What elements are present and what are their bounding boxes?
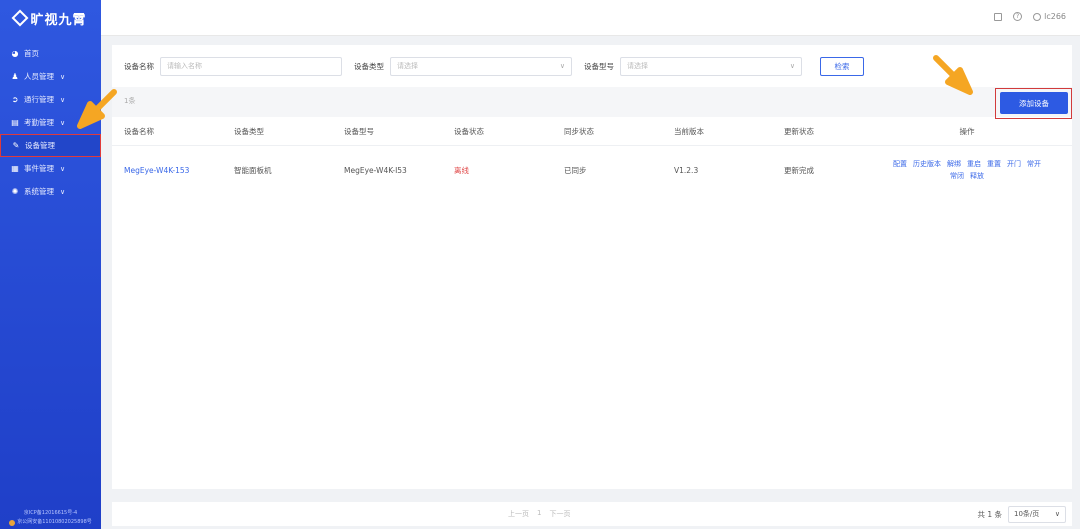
gear-icon: ✺ (11, 187, 19, 196)
tool-icon: ✎ (12, 141, 20, 150)
device-model-select[interactable]: 请选择 ∨ (620, 56, 802, 76)
chevron-down-icon: ∨ (789, 62, 795, 70)
page-number[interactable]: 1 (537, 509, 541, 519)
page-nav: 上一页 1 下一页 (508, 509, 570, 519)
topbar: ? lc266 (101, 0, 1080, 36)
filter-bar: 设备名称 请输入名称 设备类型 请选择 ∨ 设备型号 请选择 ∨ 检索 (112, 45, 1072, 87)
device-model-cell: MegEye-W4K-I53 (344, 165, 407, 175)
table-row: MegEye-W4K-153 智能面板机 MegEye-W4K-I53 离线 已… (112, 146, 1072, 194)
sidebar-item-label: 事件管理 (24, 164, 54, 173)
help-icon[interactable]: ? (1013, 12, 1023, 21)
action-always-open[interactable]: 常开 (1027, 159, 1041, 169)
sidebar-item-label: 通行管理 (24, 95, 54, 104)
logo-diamond-icon (11, 9, 29, 27)
table-empty-area (112, 194, 1072, 489)
chevron-down-icon: ∨ (60, 118, 66, 127)
sidebar-item-label: 设备管理 (25, 141, 55, 150)
brand-logo[interactable]: 旷视九霄 (0, 0, 101, 36)
device-name-placeholder: 请输入名称 (167, 62, 202, 70)
action-restart[interactable]: 重启 (967, 159, 981, 169)
sidebar-item-label: 人员管理 (24, 72, 54, 81)
action-always-closed[interactable]: 常闭 (950, 171, 964, 181)
column-header: 设备类型 (234, 126, 264, 136)
device-name-input[interactable]: 请输入名称 (160, 56, 342, 76)
page-info: 共 1 条 10条/页 ∨ (977, 505, 1066, 523)
sidebar-item-label: 系统管理 (24, 187, 54, 196)
chevron-down-icon: ∨ (559, 62, 565, 70)
add-device-button[interactable]: 添加设备 (1000, 92, 1068, 114)
sidebar-item-label: 考勤管理 (24, 118, 54, 127)
action-configure[interactable]: 配置 (893, 159, 907, 169)
chevron-down-icon: ∨ (60, 164, 66, 173)
device-name-label: 设备名称 (124, 61, 154, 71)
user-icon (1033, 12, 1042, 21)
chevron-down-icon: ∨ (1054, 510, 1060, 518)
sync-status-cell: 已同步 (564, 165, 587, 175)
search-button[interactable]: 检索 (820, 56, 864, 76)
user-name: lc266 (1044, 12, 1066, 21)
chevron-down-icon: ∨ (60, 187, 66, 196)
device-type-select[interactable]: 请选择 ∨ (390, 56, 572, 76)
version-cell: V1.2.3 (674, 165, 699, 175)
calendar-icon: ▤ (11, 118, 19, 127)
pointer-arrow-icon (933, 55, 973, 95)
next-page-button[interactable]: 下一页 (549, 509, 570, 519)
actions-cell: 配置 历史版本 解绑 重启 重置 开门 常开 常闭 释放 (862, 159, 1072, 181)
device-status-cell: 离线 (454, 165, 469, 175)
prev-page-button[interactable]: 上一页 (508, 509, 529, 519)
user-menu[interactable]: lc266 (1033, 12, 1066, 21)
table-header: 设备名称 设备类型 设备型号 设备状态 同步状态 当前版本 更新状态 操作 (112, 117, 1072, 146)
sidebar: 旷视九霄 ◕ 首页 ♟ 人员管理 ∨ ➲ 通行管理 ∨ ▤ 考勤管理 ∨ ✎ 设… (0, 0, 101, 529)
document-icon[interactable] (994, 12, 1003, 21)
action-release[interactable]: 释放 (970, 171, 984, 181)
table-toolbar: 1条 (112, 87, 1072, 117)
record-count-hint: 1条 (124, 97, 136, 105)
device-type-cell: 智能面板机 (234, 165, 272, 175)
circle-arrow-icon: ➲ (11, 95, 19, 104)
pie-chart-icon: ◕ (11, 49, 19, 58)
action-history-version[interactable]: 历史版本 (913, 159, 941, 169)
column-header: 设备状态 (454, 126, 484, 136)
sidebar-footer: 京ICP备12016615号-4 京公网安备11010802025898号 (0, 509, 101, 527)
pointer-arrow-icon (77, 89, 117, 129)
column-header: 操作 (959, 126, 975, 136)
main-content: 设备名称 请输入名称 设备类型 请选择 ∨ 设备型号 请选择 ∨ 检索 1条 设… (112, 45, 1072, 489)
device-name-link[interactable]: MegEye-W4K-153 (112, 166, 222, 175)
action-open-door[interactable]: 开门 (1007, 159, 1021, 169)
device-table: 设备名称 设备类型 设备型号 设备状态 同步状态 当前版本 更新状态 操作 Me… (112, 117, 1072, 489)
sidebar-item-devices[interactable]: ✎ 设备管理 (0, 134, 101, 157)
column-header: 更新状态 (784, 126, 814, 136)
chevron-down-icon: ∨ (60, 95, 66, 104)
update-status-cell: 更新完成 (784, 165, 814, 175)
sidebar-item-system[interactable]: ✺ 系统管理 ∨ (0, 180, 101, 203)
column-header: 设备型号 (344, 126, 374, 136)
topbar-actions: ? lc266 (994, 12, 1066, 21)
page-size-select[interactable]: 10条/页 ∨ (1008, 505, 1066, 523)
device-model-label: 设备型号 (584, 61, 614, 71)
device-type-placeholder: 请选择 (397, 62, 418, 70)
column-header: 设备名称 (124, 126, 154, 136)
column-header: 当前版本 (674, 126, 704, 136)
public-security-record[interactable]: 京公网安备11010802025898号 (17, 518, 92, 527)
sidebar-item-home[interactable]: ◕ 首页 (0, 42, 101, 65)
device-type-label: 设备类型 (354, 61, 384, 71)
device-model-placeholder: 请选择 (627, 62, 648, 70)
column-header: 同步状态 (564, 126, 594, 136)
people-icon: ♟ (11, 72, 19, 81)
action-unbind[interactable]: 解绑 (947, 159, 961, 169)
page-size-value: 10条/页 (1014, 510, 1040, 518)
pagination: 上一页 1 下一页 共 1 条 10条/页 ∨ (112, 502, 1072, 526)
icp-license[interactable]: 京ICP备12016615号-4 (0, 509, 101, 518)
chevron-down-icon: ∨ (60, 72, 66, 81)
sidebar-item-people[interactable]: ♟ 人员管理 ∨ (0, 65, 101, 88)
sidebar-item-label: 首页 (24, 49, 39, 58)
brand-name: 旷视九霄 (30, 12, 87, 28)
row-actions: 配置 历史版本 解绑 重启 重置 开门 常开 常闭 释放 (887, 159, 1047, 181)
sidebar-item-events[interactable]: ▦ 事件管理 ∨ (0, 157, 101, 180)
police-badge-icon (9, 519, 16, 526)
document-icon: ▦ (11, 164, 19, 173)
total-count: 共 1 条 (977, 509, 1002, 519)
action-reset[interactable]: 重置 (987, 159, 1001, 169)
